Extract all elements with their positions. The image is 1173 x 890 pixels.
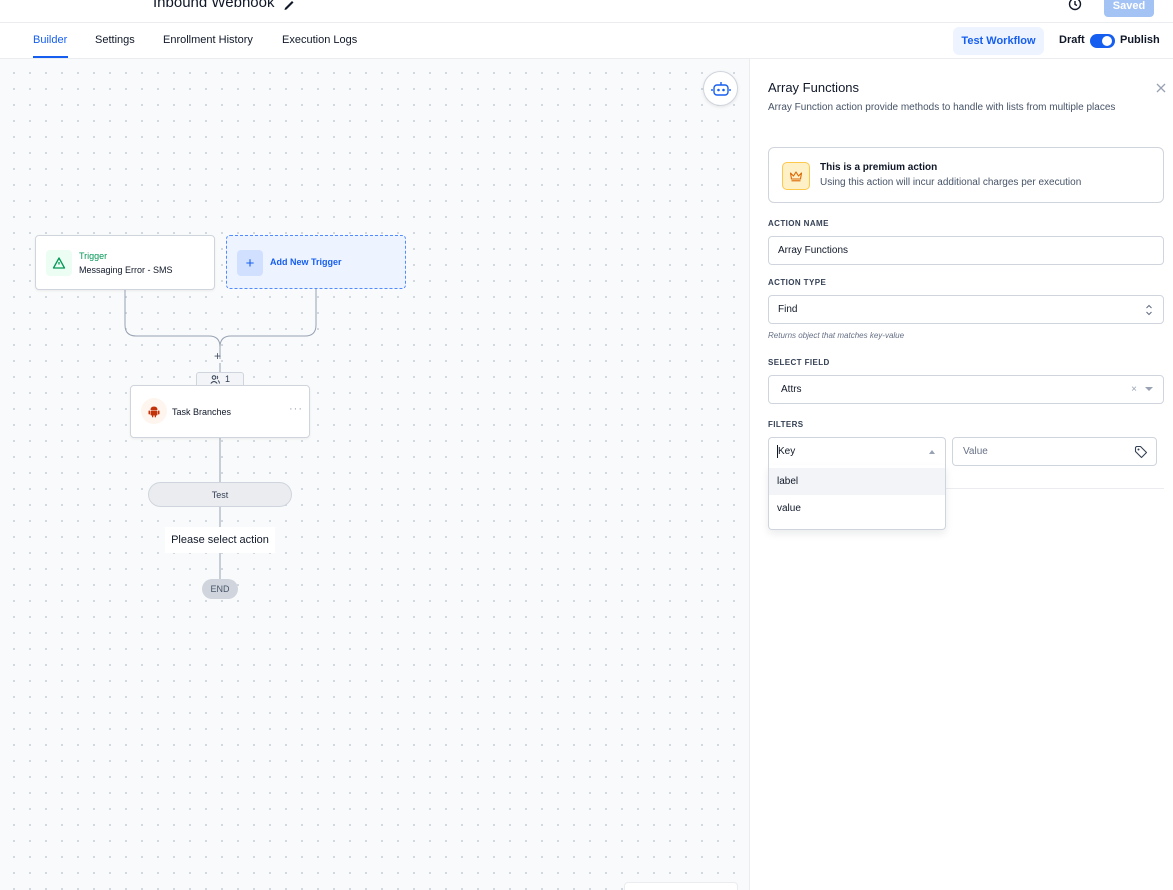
- select-action-label: Please select action: [171, 534, 269, 546]
- history-icon[interactable]: [1067, 0, 1083, 12]
- workflow-title[interactable]: Inbound Webhook: [153, 0, 275, 11]
- crown-icon-box: [782, 162, 810, 190]
- tab-execution-logs[interactable]: Execution Logs: [282, 34, 357, 46]
- robot-icon: [710, 81, 731, 96]
- warning-triangle-icon: [52, 257, 66, 269]
- premium-action-notice: This is a premium action Using this acti…: [768, 147, 1164, 203]
- task-branches-node[interactable]: Task Branches ···: [130, 385, 310, 438]
- select-field-label: SELECT FIELD: [768, 358, 830, 367]
- task-icon-box: [141, 398, 167, 424]
- text-cursor: [777, 445, 778, 458]
- key-options-dropdown: label value: [768, 465, 946, 530]
- action-name-value: Array Functions: [778, 245, 849, 256]
- action-name-input[interactable]: Array Functions: [768, 236, 1164, 265]
- trigger-name: Messaging Error - SMS: [79, 265, 173, 275]
- panel-title: Array Functions: [768, 80, 860, 95]
- branch-test-pill[interactable]: Test: [148, 482, 292, 507]
- crown-icon: [789, 171, 803, 182]
- add-new-trigger-label: Add New Trigger: [270, 257, 342, 267]
- users-icon: [210, 374, 220, 384]
- end-label: END: [210, 584, 230, 594]
- canvas-controls[interactable]: [624, 882, 738, 890]
- select-field-value: Attrs: [781, 384, 802, 395]
- workflow-tabs-bar: Builder Settings Enrollment History Exec…: [0, 23, 1173, 59]
- task-branches-label: Task Branches: [172, 407, 232, 417]
- dropdown-option-value[interactable]: value: [769, 495, 945, 522]
- filter-key-placeholder: Key: [778, 446, 796, 457]
- tab-builder[interactable]: Builder: [33, 34, 67, 46]
- tab-settings[interactable]: Settings: [95, 34, 135, 46]
- trigger-label: Trigger: [79, 251, 108, 261]
- branch-label: Test: [211, 489, 229, 500]
- action-config-panel: Array Functions Array Function action pr…: [749, 59, 1173, 890]
- tag-icon[interactable]: [1134, 445, 1148, 459]
- ai-assistant-button[interactable]: [703, 71, 738, 106]
- action-type-hint: Returns object that matches key-value: [768, 331, 905, 340]
- draft-label: Draft: [1059, 34, 1085, 46]
- enrolled-count: 1: [224, 374, 230, 384]
- active-tab-indicator: [33, 56, 68, 58]
- close-icon[interactable]: [1154, 81, 1168, 95]
- publish-label: Publish: [1120, 34, 1160, 46]
- android-icon: [148, 406, 160, 418]
- filter-value-input[interactable]: Value: [952, 437, 1157, 466]
- workflow-header: Inbound Webhook Saved: [0, 0, 1173, 23]
- action-type-label: ACTION TYPE: [768, 278, 827, 287]
- plus-icon: +: [237, 250, 263, 276]
- panel-description: Array Function action provide methods to…: [768, 102, 1116, 113]
- filter-value-placeholder: Value: [963, 446, 988, 457]
- filters-label: FILTERS: [768, 420, 804, 429]
- publish-toggle[interactable]: [1090, 34, 1115, 48]
- add-step-plus-button[interactable]: +: [214, 349, 221, 363]
- premium-subtitle: Using this action will incur additional …: [820, 177, 1082, 188]
- tab-enrollment-history[interactable]: Enrollment History: [163, 34, 253, 46]
- edit-pencil-icon[interactable]: [282, 0, 296, 11]
- action-type-value: Find: [778, 304, 798, 315]
- select-field-dropdown[interactable]: Attrs ×: [768, 375, 1164, 404]
- workflow-canvas[interactable]: Trigger Messaging Error - SMS + Add New …: [0, 59, 749, 890]
- end-node: END: [202, 579, 238, 599]
- dropdown-option-label[interactable]: label: [769, 468, 945, 495]
- caret-up-icon: [929, 450, 935, 454]
- action-name-label: ACTION NAME: [768, 219, 829, 228]
- trigger-node[interactable]: Trigger Messaging Error - SMS: [35, 235, 215, 290]
- test-workflow-button[interactable]: Test Workflow: [953, 27, 1044, 55]
- premium-title: This is a premium action: [820, 162, 938, 173]
- trigger-icon-box: [46, 250, 72, 276]
- node-menu-button[interactable]: ···: [289, 403, 303, 415]
- caret-down-icon: [1145, 387, 1153, 391]
- enrolled-count-badge[interactable]: 1: [196, 372, 244, 386]
- clear-selection-icon[interactable]: ×: [1131, 384, 1137, 395]
- saved-button[interactable]: Saved: [1104, 0, 1154, 17]
- action-type-select[interactable]: Find: [768, 295, 1164, 324]
- chevron-up-down-icon: [1146, 304, 1152, 316]
- filter-key-input[interactable]: Key: [768, 437, 946, 465]
- add-new-trigger-node[interactable]: + Add New Trigger: [226, 235, 406, 289]
- select-action-placeholder[interactable]: Please select action: [165, 527, 275, 553]
- connector-lines: [124, 289, 317, 579]
- toggle-knob: [1102, 36, 1112, 46]
